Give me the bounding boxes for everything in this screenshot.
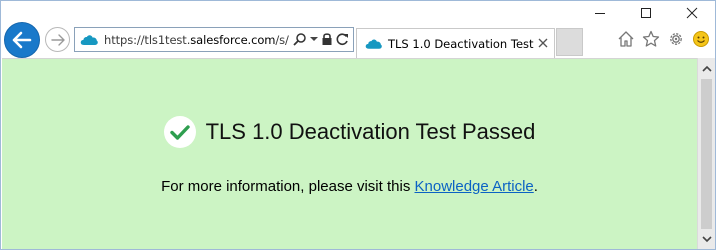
browser-window: https://tls1test.salesforce.com/s/ TLS 1…: [0, 0, 716, 250]
scrollbar-thumb[interactable]: [701, 79, 712, 229]
back-button[interactable]: [4, 22, 40, 58]
close-icon: [686, 7, 698, 19]
url-prefix: https://tls1test.: [104, 32, 191, 47]
back-arrow-icon: [12, 31, 32, 49]
result-heading: TLS 1.0 Deactivation Test Passed: [2, 116, 697, 148]
info-text-lead: For more information, please visit this: [161, 178, 415, 195]
tab-close-icon[interactable]: [537, 37, 549, 49]
salesforce-cloud-icon: [80, 34, 98, 45]
check-icon: [163, 116, 196, 148]
address-bar[interactable]: https://tls1test.salesforce.com/s/: [74, 27, 354, 52]
settings-gear-icon[interactable]: [666, 29, 686, 49]
tab-title: TLS 1.0 Deactivation Test: [388, 36, 534, 51]
favorites-star-icon[interactable]: [641, 29, 661, 49]
dropdown-icon[interactable]: [310, 36, 318, 42]
close-window-button[interactable]: [669, 1, 715, 25]
maximize-icon: [641, 8, 651, 18]
maximize-button[interactable]: [623, 1, 669, 25]
url-suffix: /s/: [275, 32, 289, 47]
search-icon[interactable]: [293, 32, 307, 46]
scroll-up-arrow-icon[interactable]: [698, 60, 715, 77]
url-text[interactable]: https://tls1test.salesforce.com/s/: [104, 33, 289, 47]
minimize-icon: [595, 13, 605, 14]
salesforce-cloud-icon: [365, 39, 382, 49]
browser-tab[interactable]: TLS 1.0 Deactivation Test: [356, 28, 555, 58]
info-text-end: .: [533, 178, 538, 195]
home-icon[interactable]: [616, 29, 636, 49]
url-host: salesforce.com: [190, 32, 276, 47]
knowledge-article-link[interactable]: Knowledge Article: [415, 178, 534, 195]
info-text: For more information, please visit this …: [2, 178, 697, 195]
smiley-feedback-icon[interactable]: [691, 29, 711, 49]
scroll-down-arrow-icon[interactable]: [698, 231, 715, 248]
new-tab-button[interactable]: [556, 28, 583, 56]
refresh-icon[interactable]: [336, 32, 349, 46]
forward-button[interactable]: [45, 27, 70, 52]
vertical-scrollbar[interactable]: [697, 58, 715, 249]
minimize-button[interactable]: [577, 1, 623, 25]
forward-arrow-icon: [50, 33, 65, 46]
page-content: TLS 1.0 Deactivation Test Passed For mor…: [2, 58, 697, 249]
lock-icon[interactable]: [321, 32, 333, 46]
heading-text: TLS 1.0 Deactivation Test Passed: [205, 119, 536, 144]
